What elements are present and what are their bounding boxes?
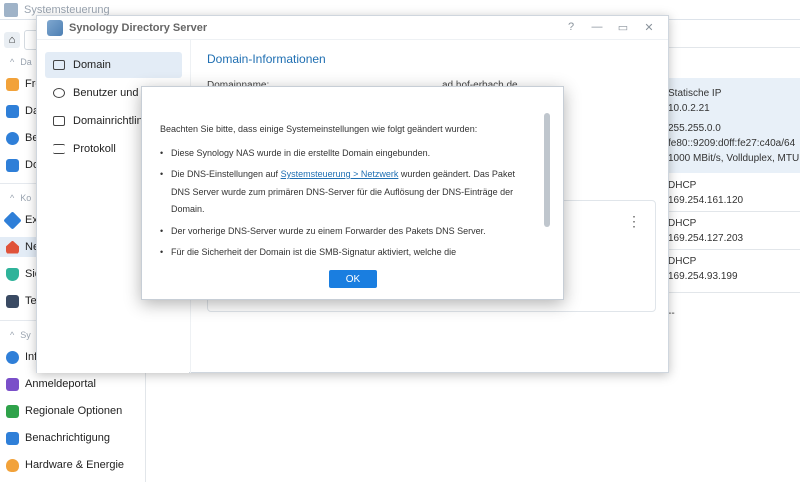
network-ip: 169.254.127.203: [668, 233, 744, 244]
network-ip: 10.0.2.21: [668, 103, 710, 114]
network-home-icon: [6, 240, 19, 254]
nav-item-label: Protokoll: [73, 143, 116, 155]
user-icon: [6, 131, 19, 145]
domain-icon: [53, 60, 65, 70]
nav-item-domain[interactable]: Domain: [45, 52, 182, 78]
sidebar-item-info[interactable]: Inf: [6, 347, 37, 367]
terminal-icon: [6, 294, 19, 308]
sidebar-item-regional-options[interactable]: Regionale Optionen: [6, 401, 122, 421]
window-controls: ? — ▭ ✕: [564, 21, 656, 34]
sidebar-item-1-icon: [6, 77, 19, 91]
help-icon[interactable]: ?: [564, 21, 578, 34]
sidebar-item-notification[interactable]: Benachrichtigung: [6, 428, 110, 448]
sidebar-item-8[interactable]: Te: [6, 291, 37, 311]
network-row-divider: [660, 249, 800, 250]
network-subnet: 255.255.0.0: [668, 123, 721, 134]
sidebar-item-hardware-power[interactable]: Hardware & Energie: [6, 455, 124, 475]
more-options-icon[interactable]: ⋮: [627, 213, 641, 230]
home-icon[interactable]: ⌂: [4, 32, 20, 48]
list-icon: [53, 144, 65, 154]
network-speed: 1000 MBit/s, Vollduplex, MTU 15: [668, 153, 800, 164]
sidebar-item-3[interactable]: Be: [6, 128, 38, 148]
control-panel-title: Systemsteuerung: [24, 3, 110, 16]
sidebar-item-4[interactable]: Do: [6, 155, 39, 175]
dialog-change-item: Die DNS-Einstellungen auf Systemsteuerun…: [160, 166, 534, 219]
policy-icon: [53, 116, 65, 126]
dialog-change-item: Für die Sicherheit der Domain ist die SM…: [160, 244, 534, 257]
nav-item-label: Domain: [73, 59, 111, 71]
directory-server-title: Synology Directory Server: [69, 21, 208, 34]
control-panel-app-icon: [4, 2, 18, 17]
sidebar-item-2-icon: [6, 104, 19, 118]
network-type: DHCP: [668, 180, 697, 191]
lightbulb-icon: [6, 458, 19, 472]
network-type: DHCP: [668, 218, 697, 229]
sidebar-section-3[interactable]: ^ Sy: [10, 330, 31, 340]
chevron-up-icon: ^: [10, 330, 15, 340]
dialog-change-item: Der vorherige DNS-Server wurde zu einem …: [160, 223, 534, 241]
dialog-scrollbar[interactable]: [544, 113, 550, 227]
maximize-icon[interactable]: ▭: [616, 21, 630, 34]
sidebar-item-4-icon: [6, 158, 19, 172]
dialog-change-item: Diese Synology NAS wurde in die erstellt…: [160, 145, 534, 163]
sidebar-item-2[interactable]: Da: [6, 101, 39, 121]
nav-item-label: Domainrichtlinie: [73, 115, 152, 127]
dialog-intro: Beachten Sie bitte, dass einige Systemei…: [160, 124, 478, 134]
network-row-divider: [660, 292, 800, 293]
network-ipv6: fe80::9209:d0ff:fe27:c40a/64: [668, 138, 796, 149]
sidebar-section-1[interactable]: ^ Da: [10, 57, 32, 67]
network-type: Statische IP: [668, 88, 722, 99]
login-portal-icon: [6, 377, 19, 391]
sidebar-item-login-portal[interactable]: Anmeldeportal: [6, 374, 96, 394]
sidebar-item-5-icon: [3, 210, 22, 230]
control-panel-header-strip: [668, 20, 800, 48]
network-row-divider: [660, 211, 800, 212]
network-ip: 169.254.161.120: [668, 195, 744, 206]
info-icon: [6, 350, 19, 364]
network-settings-link[interactable]: Systemsteuerung > Netzwerk: [281, 169, 399, 179]
users-icon: [53, 88, 65, 98]
ok-button[interactable]: OK: [329, 270, 377, 288]
chevron-up-icon: ^: [10, 57, 15, 67]
dialog-change-list: Diese Synology NAS wurde in die erstellt…: [160, 145, 534, 258]
settings-changed-dialog: Beachten Sie bitte, dass einige Systemei…: [141, 86, 564, 300]
network-type: DHCP: [668, 256, 697, 267]
chevron-up-icon: ^: [10, 193, 15, 203]
minimize-icon[interactable]: —: [590, 21, 604, 34]
network-ip: --: [668, 308, 675, 319]
shield-icon: [6, 267, 19, 281]
notification-icon: [6, 431, 19, 445]
network-ip: 169.254.93.199: [668, 271, 738, 282]
sidebar-item-5[interactable]: Ex: [3, 210, 38, 230]
close-icon[interactable]: ✕: [642, 21, 656, 34]
globe-icon: [6, 404, 19, 418]
section-title: Domain-Informationen: [207, 52, 326, 66]
dialog-message: Beachten Sie bitte, dass einige Systemei…: [142, 87, 550, 257]
directory-server-app-icon: [47, 19, 63, 36]
sidebar-section-2[interactable]: ^ Ko: [10, 193, 31, 203]
